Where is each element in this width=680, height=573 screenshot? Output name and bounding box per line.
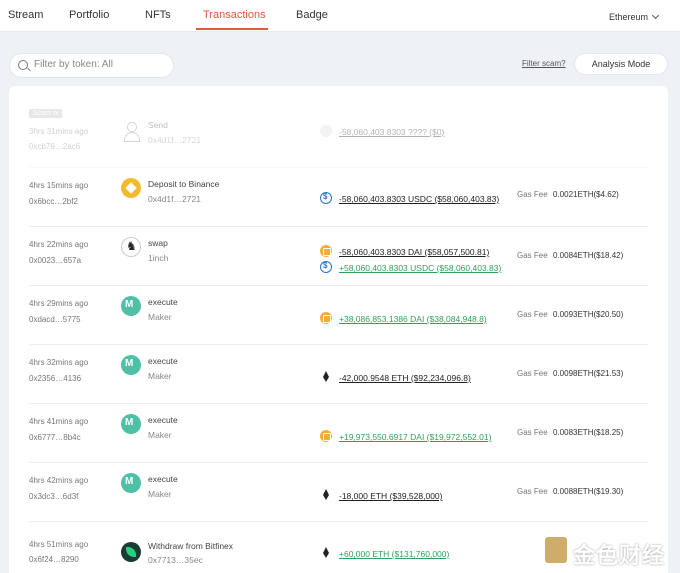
eth-icon	[320, 371, 332, 383]
tx-counterparty[interactable]: Maker	[148, 489, 172, 499]
active-tab-indicator	[196, 28, 268, 30]
dai-icon	[320, 430, 332, 442]
analysis-mode-button[interactable]: Analysis Mode	[574, 53, 668, 75]
gas-fee-label: Gas Fee	[517, 369, 548, 378]
maker-icon	[121, 473, 141, 493]
tx-action: execute	[148, 474, 178, 484]
table-row[interactable]: 4hrs 32mins ago 0x2356…4136 execute Make…	[29, 345, 648, 404]
tx-amount[interactable]: +60,000 ETH ($131,760,000)	[339, 549, 449, 559]
tx-counterparty[interactable]: 0x7713…35ec	[148, 555, 203, 565]
tx-counterparty[interactable]: 0x4d1f…2721	[148, 135, 201, 145]
usdc-icon	[320, 192, 332, 204]
tab-badge[interactable]: Badge	[296, 9, 328, 21]
tx-time: 4hrs 41mins ago	[29, 417, 89, 426]
tx-counterparty[interactable]: Maker	[148, 430, 172, 440]
filter-scam-link[interactable]: Filter scam?	[522, 59, 566, 68]
tx-counterparty[interactable]: 0x4d1f…2721	[148, 194, 201, 204]
tx-hash[interactable]: 0x6bcc…2bf2	[29, 197, 78, 206]
network-selector[interactable]: Ethereum	[608, 11, 660, 22]
tx-hash[interactable]: 0x6f24…8290	[29, 555, 79, 564]
tab-stream[interactable]: Stream	[8, 9, 43, 21]
maker-icon	[121, 414, 141, 434]
tx-time: 4hrs 42mins ago	[29, 476, 89, 485]
tx-counterparty[interactable]: Maker	[148, 312, 172, 322]
tx-counterparty[interactable]: 1inch	[148, 253, 168, 263]
tab-transactions[interactable]: Transactions	[203, 9, 266, 21]
tx-counterparty[interactable]: Maker	[148, 371, 172, 381]
dai-icon	[320, 245, 332, 257]
tx-time: 4hrs 15mins ago	[29, 181, 89, 190]
tx-hash[interactable]: 0xdacd…5775	[29, 315, 81, 324]
tx-amount[interactable]: -58,060,403.8303 USDC ($58,060,403.83)	[339, 194, 499, 204]
table-row[interactable]: 4hrs 42mins ago 0x3dc3…6d3f execute Make…	[29, 463, 648, 522]
tx-amount[interactable]: +19,973,550.6917 DAI ($19,972,552.01)	[339, 432, 491, 442]
gas-fee-value: 0.0088ETH($19.30)	[553, 487, 624, 496]
tx-amount[interactable]: +58,060,403.8303 USDC ($58,060,403.83)	[339, 263, 501, 273]
table-row[interactable]: 4hrs 15mins ago 0x6bcc…2bf2 Deposit to B…	[29, 168, 648, 227]
tx-time: 4hrs 22mins ago	[29, 240, 89, 249]
network-label: Ethereum	[608, 12, 648, 22]
gas-fee-label: Gas Fee	[517, 428, 548, 437]
usdc-icon	[320, 261, 332, 273]
tx-action: execute	[148, 356, 178, 366]
tx-amount[interactable]: -58,060,403.8303 DAI ($58,057,500.81)	[339, 247, 489, 257]
eth-icon	[320, 547, 332, 559]
gas-fee-value: 0.0098ETH($21.53)	[553, 369, 624, 378]
top-nav: Stream Portfolio NFTs Transactions Badge…	[0, 0, 680, 32]
watermark: 金色财经	[545, 533, 675, 568]
tx-action: execute	[148, 415, 178, 425]
watermark-text: 金色财经	[573, 543, 666, 568]
gas-fee-value: 0.0093ETH($20.50)	[553, 310, 624, 319]
chevron-down-icon	[651, 11, 660, 20]
binance-icon	[121, 178, 141, 198]
tx-time: 4hrs 32mins ago	[29, 358, 89, 367]
token-filter-input[interactable]	[34, 59, 169, 70]
search-icon	[18, 60, 28, 70]
person-icon	[121, 121, 141, 142]
tx-hash[interactable]: 0x2356…4136	[29, 374, 81, 383]
gas-fee-value: 0.0021ETH($4.62)	[553, 190, 619, 199]
dai-icon	[320, 312, 332, 324]
eth-icon	[320, 489, 332, 501]
tx-hash[interactable]: 0x0023…657a	[29, 256, 81, 265]
tx-amount[interactable]: -18,000 ETH ($39,528,000)	[339, 491, 442, 501]
bitfinex-icon	[121, 542, 141, 562]
tx-action: Deposit to Binance	[148, 179, 220, 189]
gas-fee-label: Gas Fee	[517, 251, 548, 260]
tx-time: 3hrs 31mins ago	[29, 127, 89, 136]
token-filter[interactable]	[9, 53, 174, 78]
jinse-logo-icon	[545, 537, 567, 563]
unicorn-icon	[121, 237, 141, 257]
gas-fee-value: 0.0084ETH($18.42)	[553, 251, 624, 260]
tx-hash[interactable]: 0xcb79…2ac6	[29, 142, 80, 151]
table-row[interactable]: 4hrs 29mins ago 0xdacd…5775 execute Make…	[29, 286, 648, 345]
tx-action: execute	[148, 297, 178, 307]
tx-amount[interactable]: +38,086,853.1386 DAI ($38,084,948.8)	[339, 314, 487, 324]
maker-icon	[121, 296, 141, 316]
maker-icon	[121, 355, 141, 375]
tx-hash[interactable]: 0x3dc3…6d3f	[29, 492, 78, 501]
tx-action: Send	[148, 120, 168, 130]
table-row[interactable]: 4hrs 22mins ago 0x0023…657a swap 1inch -…	[29, 227, 648, 286]
gas-fee-label: Gas Fee	[517, 310, 548, 319]
tab-nfts[interactable]: NFTs	[145, 9, 171, 21]
gas-fee-label: Gas Fee	[517, 190, 548, 199]
gas-fee-label: Gas Fee	[517, 487, 548, 496]
transactions-list: Scam tx 3hrs 31mins ago 0xcb79…2ac6 Send…	[9, 86, 668, 573]
tab-portfolio[interactable]: Portfolio	[69, 9, 109, 21]
scam-tag: Scam tx	[29, 109, 63, 118]
tx-hash[interactable]: 0x6777…8b4c	[29, 433, 81, 442]
tx-action: swap	[148, 238, 168, 248]
tx-time: 4hrs 51mins ago	[29, 540, 89, 549]
gas-fee-value: 0.0083ETH($18.25)	[553, 428, 624, 437]
ghost-token-icon	[320, 125, 332, 137]
table-row[interactable]: 4hrs 41mins ago 0x6777…8b4c execute Make…	[29, 404, 648, 463]
tx-action: Withdraw from Bitfinex	[148, 541, 234, 551]
tx-amount[interactable]: -58,060,403.8303 ???? ($0)	[339, 127, 444, 137]
tx-amount[interactable]: -42,000.9548 ETH ($92,234,096.8)	[339, 373, 471, 383]
table-row[interactable]: Scam tx 3hrs 31mins ago 0xcb79…2ac6 Send…	[29, 109, 648, 168]
tx-time: 4hrs 29mins ago	[29, 299, 89, 308]
